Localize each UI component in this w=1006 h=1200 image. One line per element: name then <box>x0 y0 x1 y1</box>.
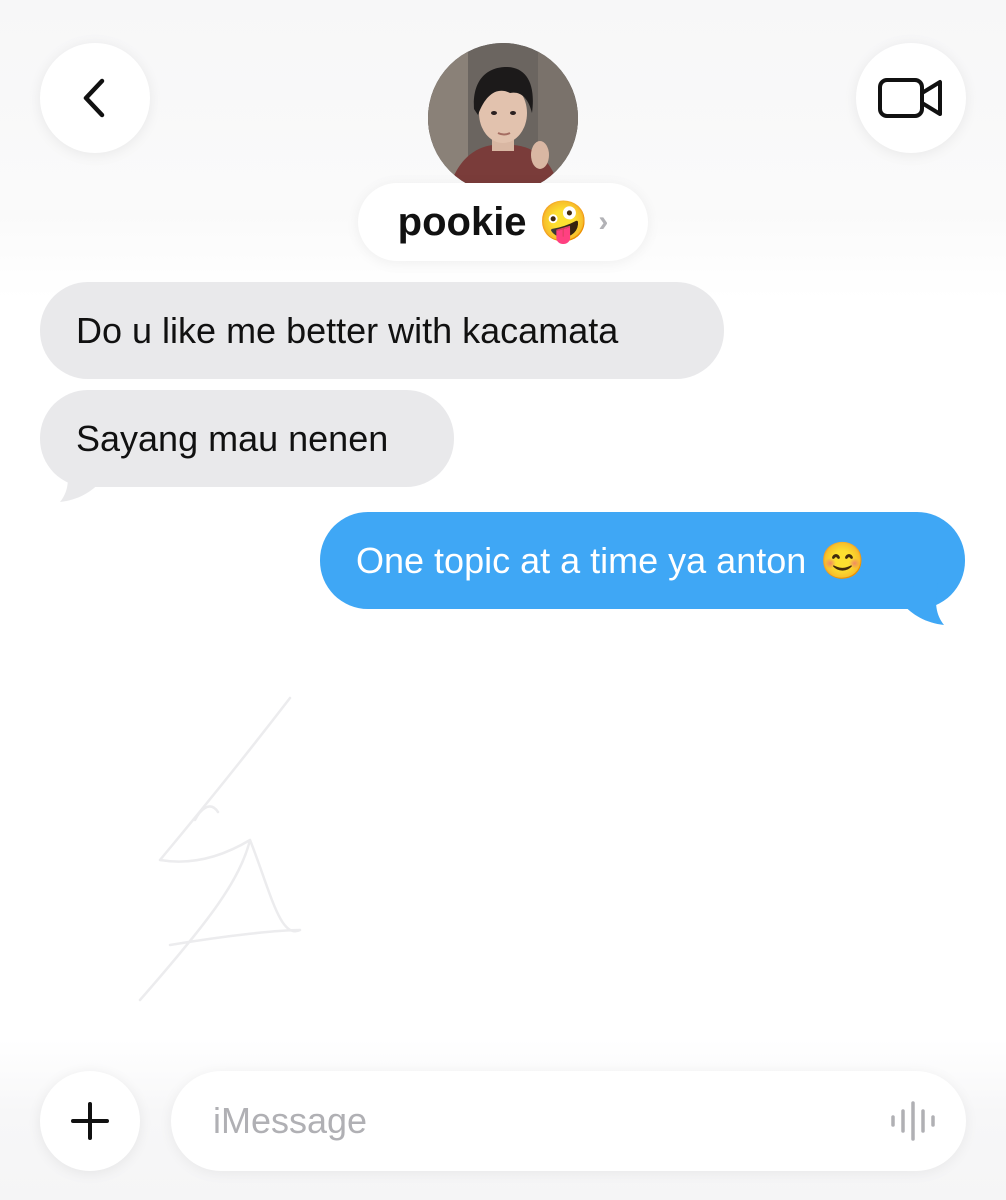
smiling-face-emoji: 😊 <box>820 539 866 581</box>
message-input[interactable] <box>211 1099 855 1143</box>
contact-avatar[interactable] <box>428 43 578 193</box>
video-call-button[interactable] <box>856 43 966 153</box>
message-text: Sayang mau nenen <box>76 417 389 459</box>
outgoing-message[interactable]: One topic at a time ya anton 😊 <box>320 512 965 609</box>
chevron-right-icon: › <box>598 205 609 238</box>
message-text: One topic at a time ya anton <box>356 539 807 581</box>
contact-name-button[interactable]: pookie 🤪 › <box>358 183 648 261</box>
add-attachment-button[interactable] <box>40 1071 140 1171</box>
avatar-photo <box>428 43 578 193</box>
incoming-message[interactable]: Do u like me better with kacamata <box>40 282 724 379</box>
back-button[interactable] <box>40 43 150 153</box>
contact-name: pookie <box>397 199 527 244</box>
audio-waveform-icon[interactable] <box>888 1099 938 1143</box>
zany-face-emoji: 🤪 <box>538 200 589 244</box>
message-input-container[interactable] <box>171 1071 966 1171</box>
video-camera-icon <box>878 78 942 118</box>
chevron-left-icon <box>83 78 105 118</box>
outgoing-bubble-tail <box>902 583 944 625</box>
message-text: Do u like me better with kacamata <box>76 309 619 351</box>
signature-watermark <box>138 696 302 1002</box>
incoming-bubble-tail <box>60 460 102 502</box>
plus-icon <box>71 1102 109 1140</box>
